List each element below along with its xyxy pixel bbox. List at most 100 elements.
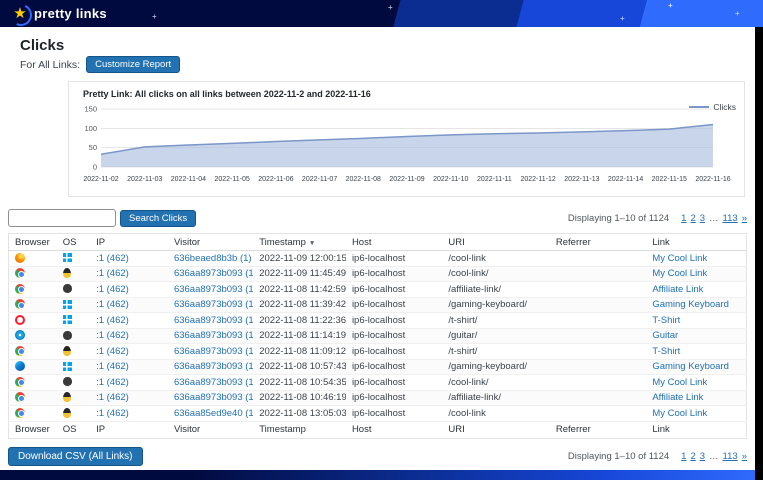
timestamp-cell: 2022-11-08 10:46:19: [253, 390, 346, 406]
chrome-icon: [15, 377, 25, 387]
visitor-link[interactable]: 636aa8973b093 (1): [174, 268, 253, 279]
pagination-page-link[interactable]: 1: [681, 213, 686, 224]
referrer-cell: [550, 328, 646, 344]
visitor-link[interactable]: 636aa8973b093 (1): [174, 299, 253, 310]
visitor-link[interactable]: 636beaed8b3b (1): [174, 253, 252, 264]
apple-icon: [63, 284, 72, 293]
windows-icon: [63, 253, 72, 262]
windows-icon: [63, 300, 72, 309]
ip-link[interactable]: :1 (462): [96, 299, 129, 310]
visitor-link[interactable]: 636aa8973b093 (1): [174, 284, 253, 295]
link-name-link[interactable]: My Cool Link: [652, 408, 707, 419]
timestamp-cell: 2022-11-08 10:57:43: [253, 359, 346, 375]
clicks-table-body: :1 (462) 636beaed8b3b (1)2022-11-09 12:00…: [9, 251, 747, 422]
search-clicks-button[interactable]: Search Clicks: [120, 210, 196, 227]
column-header-link: Link: [646, 234, 746, 251]
y-axis-tick-label: 150: [84, 105, 97, 114]
customize-report-button[interactable]: Customize Report: [86, 56, 180, 73]
pagination-page-link[interactable]: 2: [690, 451, 695, 462]
visitor-link[interactable]: 636aa8973b093 (1): [174, 392, 253, 403]
visitor-link[interactable]: 636aa8973b093 (1): [174, 361, 253, 372]
visitor-link[interactable]: 636aa8973b093 (1): [174, 377, 253, 388]
ip-link[interactable]: :1 (462): [96, 392, 129, 403]
link-name-link[interactable]: T-Shirt: [652, 315, 680, 326]
referrer-cell: [550, 282, 646, 298]
ip-link[interactable]: :1 (462): [96, 408, 129, 419]
x-axis-tick-label: 2022-11-16: [695, 176, 730, 183]
host-cell: ip6-localhost: [346, 406, 442, 422]
link-name-link[interactable]: My Cool Link: [652, 268, 707, 279]
sparkle-icon: +: [620, 15, 625, 23]
sort-desc-icon: ▼: [309, 240, 315, 247]
ip-link[interactable]: :1 (462): [96, 315, 129, 326]
referrer-cell: [550, 297, 646, 313]
pagination-page-link[interactable]: 113: [723, 451, 738, 462]
pretty-links-logo: ★ pretty links: [12, 6, 107, 21]
referrer-cell: [550, 406, 646, 422]
pagination-page-link[interactable]: 1: [681, 451, 686, 462]
bottom-actions-row: Download CSV (All Links) Displaying 1–10…: [8, 447, 747, 466]
column-header-referrer: Referrer: [550, 234, 646, 251]
windows-icon: [63, 315, 72, 324]
table-row: :1 (462) 636aa8973b093 (1)2022-11-08 10:5…: [9, 359, 747, 375]
referrer-cell: [550, 375, 646, 391]
x-axis-tick-label: 2022-11-11: [477, 176, 512, 183]
ip-link[interactable]: :1 (462): [96, 361, 129, 372]
timestamp-cell: 2022-11-08 11:09:12: [253, 344, 346, 360]
sparkle-icon: +: [735, 10, 740, 18]
ip-link[interactable]: :1 (462): [96, 253, 129, 264]
link-name-link[interactable]: Gaming Keyboard: [652, 361, 729, 372]
host-cell: ip6-localhost: [346, 282, 442, 298]
opera-icon: [15, 315, 25, 325]
ip-link[interactable]: :1 (462): [96, 346, 129, 357]
link-name-link[interactable]: Guitar: [652, 330, 678, 341]
logo-text: pretty links: [34, 6, 107, 21]
chrome-icon: [15, 408, 25, 418]
legend-line-icon: [689, 106, 709, 108]
column-header-timestamp[interactable]: Timestamp▼: [253, 234, 346, 251]
table-footer-row: BrowserOSIPVisitorTimestampHostURIReferr…: [9, 421, 747, 438]
visitor-link[interactable]: 636aa8973b093 (1): [174, 315, 253, 326]
column-header-timestamp[interactable]: Timestamp: [253, 421, 346, 438]
ip-link[interactable]: :1 (462): [96, 268, 129, 279]
pagination-top: Displaying 1–10 of 1124123…113»: [568, 213, 747, 224]
uri-cell: /cool-link: [442, 406, 550, 422]
pagination-page-link[interactable]: 3: [700, 213, 705, 224]
star-icon: ★: [12, 6, 28, 21]
x-axis-tick-label: 2022-11-08: [346, 176, 381, 183]
column-header-ip: IP: [90, 234, 168, 251]
link-name-link[interactable]: Affiliate Link: [652, 392, 703, 403]
link-name-link[interactable]: Affiliate Link: [652, 284, 703, 295]
ip-link[interactable]: :1 (462): [96, 284, 129, 295]
timestamp-cell: 2022-11-09 12:00:15: [253, 251, 346, 267]
column-header-uri: URI: [442, 421, 550, 438]
pagination-next-link[interactable]: »: [742, 213, 747, 224]
link-name-link[interactable]: Gaming Keyboard: [652, 299, 729, 310]
x-axis-tick-label: 2022-11-13: [564, 176, 599, 183]
pagination-page-link[interactable]: 113: [723, 213, 738, 224]
pagination-page-link[interactable]: 3: [700, 451, 705, 462]
ip-link[interactable]: :1 (462): [96, 377, 129, 388]
visitor-link[interactable]: 636aa8973b093 (1): [174, 330, 253, 341]
visitor-link[interactable]: 636aa8973b093 (1): [174, 346, 253, 357]
pagination-ellipsis: …: [709, 451, 719, 462]
link-name-link[interactable]: My Cool Link: [652, 377, 707, 388]
link-name-link[interactable]: My Cool Link: [652, 253, 707, 264]
download-csv-button[interactable]: Download CSV (All Links): [8, 447, 143, 466]
x-axis-tick-label: 2022-11-10: [433, 176, 468, 183]
table-row: :1 (462)636aa8973b093 (1)2022-11-08 11:1…: [9, 328, 747, 344]
clicks-chart-card: Pretty Link: All clicks on all links bet…: [68, 81, 745, 197]
x-axis-tick-label: 2022-11-09: [389, 176, 424, 183]
referrer-cell: [550, 344, 646, 360]
referrer-cell: [550, 266, 646, 282]
table-row: :1 (462)636aa8973b093 (1)2022-11-08 10:5…: [9, 375, 747, 391]
link-name-link[interactable]: T-Shirt: [652, 346, 680, 357]
pagination-next-link[interactable]: »: [742, 451, 747, 462]
pagination-page-link[interactable]: 2: [690, 213, 695, 224]
ip-link[interactable]: :1 (462): [96, 330, 129, 341]
uri-cell: /t-shirt/: [442, 313, 550, 329]
pagination-ellipsis: …: [709, 213, 719, 224]
y-axis-tick-label: 50: [89, 143, 97, 152]
search-input[interactable]: [8, 209, 116, 227]
visitor-link[interactable]: 636aa85ed9e40 (1): [174, 408, 253, 419]
